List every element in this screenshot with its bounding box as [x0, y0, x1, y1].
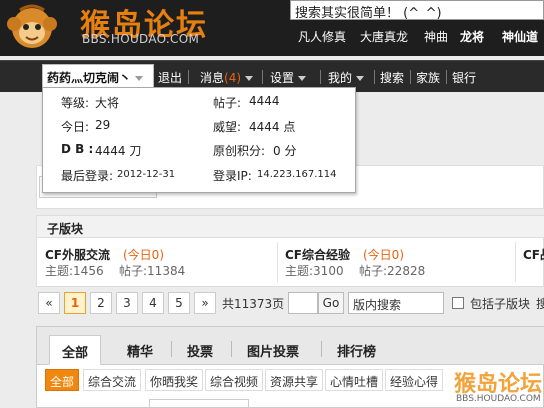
- last-login-value: 2012-12-31: [117, 169, 176, 180]
- mine-menu[interactable]: 我的: [328, 69, 365, 86]
- mine-label: 我的: [328, 71, 353, 85]
- ip-label: 登录IP:: [213, 169, 252, 183]
- divider: [515, 242, 516, 282]
- level-value: 大将: [95, 96, 120, 110]
- page-number-input[interactable]: [288, 292, 318, 314]
- subforum-link[interactable]: CF战: [523, 246, 544, 263]
- page-button[interactable]: 4: [142, 292, 164, 314]
- page-button[interactable]: 3: [116, 292, 138, 314]
- trailing-search-label: 搜: [536, 297, 544, 311]
- chevron-down-icon: [245, 76, 254, 81]
- today-label: 今日:: [61, 120, 90, 134]
- tab-ranking[interactable]: 排行榜: [325, 335, 388, 365]
- logout-link[interactable]: 退出: [158, 69, 182, 86]
- pagination: « 1 2 3 4 5 » 共11373页 Go 版内搜索 包括子版块 搜: [36, 291, 544, 317]
- message-count-badge: (4): [224, 71, 242, 85]
- thread-row-edge: [149, 399, 249, 408]
- total-pages: 共11373页: [222, 297, 285, 311]
- site-logo-url: BBS.HOUDAO.COM: [82, 32, 200, 46]
- divider: [410, 70, 411, 84]
- search-link[interactable]: 搜索: [380, 69, 404, 86]
- prev-page-button[interactable]: «: [38, 292, 60, 314]
- subforum-posts: 帖子:22828: [359, 264, 426, 278]
- monkey-logo-icon[interactable]: [4, 2, 60, 52]
- category-all[interactable]: 全部: [45, 369, 80, 391]
- original-value: 0 分: [273, 144, 297, 158]
- divider: [231, 341, 232, 357]
- category-item[interactable]: 心情吐槽: [325, 369, 384, 391]
- site-header: 猴岛论坛 BBS.HOUDAO.COM 搜索其实很简单！ (^_^) 凡人修真 …: [0, 0, 544, 56]
- page-button[interactable]: 2: [90, 292, 112, 314]
- settings-menu[interactable]: 设置: [270, 69, 307, 86]
- last-login-label: 最后登录:: [61, 169, 114, 183]
- divider: [320, 70, 321, 84]
- family-link[interactable]: 家族: [416, 69, 440, 86]
- divider: [446, 70, 447, 84]
- divider: [321, 341, 322, 357]
- header-search-input[interactable]: 搜索其实很简单！ (^_^): [290, 0, 544, 20]
- include-subforum-checkbox[interactable]: [452, 297, 464, 309]
- watermark-url: BBS.HOUDAO.COM: [456, 394, 541, 404]
- user-info-popup: 等级: 大将 帖子: 4444 今日: 29 威望: 4444 点 D B : …: [42, 87, 356, 193]
- messages-label: 消息: [200, 71, 225, 85]
- watermark-logo: 猴岛论坛 BBS.HOUDAO.COM: [452, 366, 544, 408]
- subforum-panel: 子版块 CF外服交流 (今日0) 主题:1456 帖子:11384 CF综合经验…: [36, 215, 544, 287]
- ip-value: 14.223.167.114: [257, 169, 337, 180]
- messages-menu[interactable]: 消息(4): [200, 69, 254, 86]
- category-item[interactable]: 资源共享: [265, 369, 324, 391]
- tab-digest[interactable]: 精华: [115, 335, 165, 365]
- level-label: 等级:: [61, 96, 90, 110]
- divider: [277, 242, 278, 282]
- nav-link[interactable]: 龙将: [460, 28, 484, 45]
- subforum-posts: 帖子:11384: [119, 264, 186, 278]
- posts-value: 4444: [249, 94, 280, 108]
- today-value: 29: [95, 118, 111, 132]
- nav-link[interactable]: 大唐真龙: [360, 28, 408, 45]
- category-item[interactable]: 经验心得: [385, 369, 444, 391]
- tab-all[interactable]: 全部: [49, 335, 102, 365]
- subforum-today-count: (今日0): [363, 248, 404, 262]
- nav-link[interactable]: 神仙道: [502, 28, 538, 45]
- tab-image-vote[interactable]: 图片投票: [235, 335, 311, 365]
- chevron-down-icon: [298, 76, 307, 81]
- settings-label: 设置: [270, 71, 295, 85]
- top-nav: 凡人修真 大唐真龙 神曲 龙将 神仙道: [280, 28, 544, 44]
- category-item[interactable]: 综合视频: [205, 369, 264, 391]
- posts-label: 帖子:: [213, 96, 242, 110]
- db-label: D B :: [61, 142, 94, 156]
- subforum-header: 子版块: [37, 216, 544, 238]
- category-item[interactable]: 你晒我奖: [145, 369, 204, 391]
- chevron-down-icon: [356, 76, 365, 81]
- subforum-heading: 子版块: [47, 222, 84, 236]
- category-item[interactable]: 综合交流: [83, 369, 142, 391]
- forum-search-input[interactable]: 版内搜索: [348, 292, 444, 314]
- prestige-value: 4444 点: [249, 120, 296, 134]
- divider: [262, 70, 263, 84]
- include-subforum-label: 包括子版块: [470, 297, 531, 311]
- original-label: 原创积分:: [213, 144, 266, 158]
- tab-vote[interactable]: 投票: [175, 335, 225, 365]
- subforum-link[interactable]: CF外服交流: [45, 246, 110, 263]
- chevron-down-icon: [135, 76, 144, 81]
- bank-link[interactable]: 银行: [452, 69, 476, 86]
- go-button[interactable]: Go: [318, 292, 344, 314]
- divider: [188, 70, 189, 84]
- subforum-topics: 主题:3100: [285, 264, 344, 278]
- nav-link[interactable]: 凡人修真: [298, 28, 346, 45]
- subforum-today-count: (今日0): [123, 248, 164, 262]
- prestige-label: 威望:: [213, 120, 242, 134]
- db-value: 4444 刀: [95, 144, 142, 158]
- username-label: 药药灬切克闹丶: [47, 71, 132, 85]
- subforum-link[interactable]: CF综合经验: [285, 246, 350, 263]
- divider: [171, 341, 172, 357]
- tab-bar: 全部 精华 投票 图片投票 排行榜: [37, 327, 544, 365]
- divider: [374, 70, 375, 84]
- username-menu-button[interactable]: 药药灬切克闹丶: [42, 64, 154, 88]
- subforum-topics: 主题:1456: [45, 264, 104, 278]
- next-page-button[interactable]: »: [194, 292, 216, 314]
- page-button-current[interactable]: 1: [64, 292, 86, 314]
- nav-link[interactable]: 神曲: [424, 28, 448, 45]
- page-button[interactable]: 5: [168, 292, 190, 314]
